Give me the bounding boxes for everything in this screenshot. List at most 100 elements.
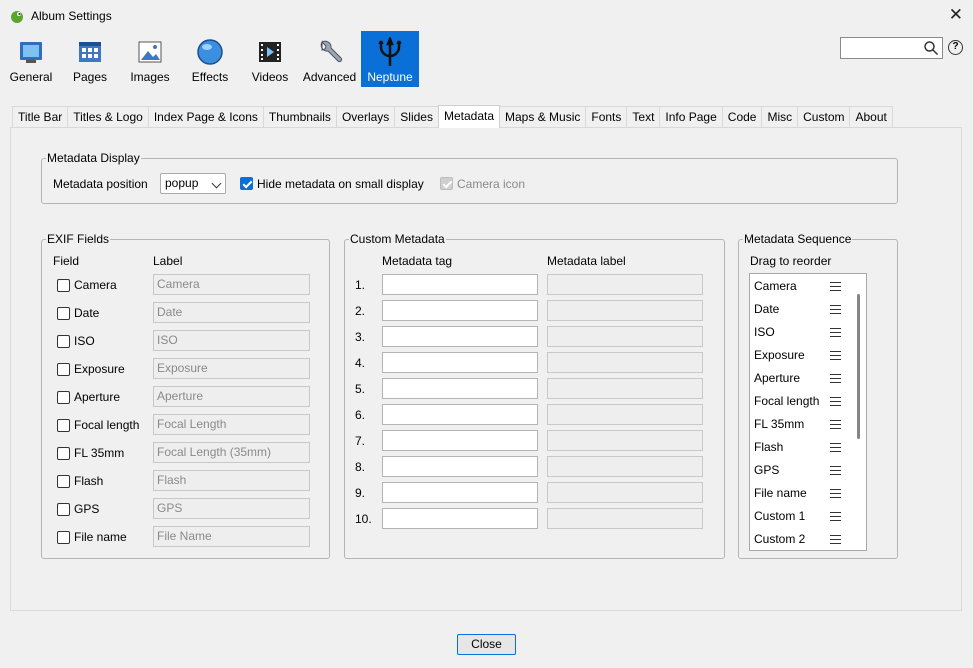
- settings-tab-bar: Title Bar Titles & Logo Index Page & Ico…: [12, 105, 893, 128]
- tab-maps-music[interactable]: Maps & Music: [499, 106, 587, 127]
- metadata-tag-input[interactable]: [382, 508, 538, 529]
- metadata-sequence-list[interactable]: Camera Date ISO Exposure Aperture Focal lengt…: [749, 273, 867, 551]
- metadata-tag-input[interactable]: [382, 274, 538, 295]
- sequence-item[interactable]: Custom 1: [754, 509, 805, 523]
- tab-code[interactable]: Code: [721, 106, 763, 127]
- tab-misc[interactable]: Misc: [761, 106, 799, 127]
- toolbar-pages-button[interactable]: Pages: [66, 31, 114, 87]
- metadata-label-input: [547, 456, 703, 477]
- metadata-tag-input[interactable]: [382, 482, 538, 503]
- close-window-icon[interactable]: ✕: [949, 6, 963, 23]
- camera-icon-checkbox: [440, 177, 453, 190]
- exif-field-checkbox[interactable]: [57, 503, 70, 516]
- tab-slides[interactable]: Slides: [394, 106, 439, 127]
- tab-thumbnails[interactable]: Thumbnails: [262, 106, 337, 127]
- exif-label-input: Date: [153, 302, 310, 323]
- exif-field-checkbox[interactable]: [57, 363, 70, 376]
- sequence-scrollbar[interactable]: [857, 294, 860, 439]
- drag-handle-icon[interactable]: [830, 305, 841, 314]
- metadata-position-select[interactable]: popup: [160, 173, 226, 194]
- toolbar-advanced-button[interactable]: Advanced: [301, 31, 358, 87]
- drag-handle-icon[interactable]: [830, 535, 841, 544]
- exif-field-name: Date: [74, 306, 100, 320]
- exif-field-name: Flash: [74, 474, 104, 488]
- pages-icon: [76, 38, 104, 66]
- metadata-display-legend: Metadata Display: [47, 151, 140, 165]
- metadata-tag-input[interactable]: [382, 300, 538, 321]
- metadata-tag-column-header: Metadata tag: [382, 254, 453, 268]
- exif-field-checkbox[interactable]: [57, 279, 70, 292]
- tab-fonts[interactable]: Fonts: [585, 106, 628, 127]
- custom-row-number: 8.: [355, 460, 366, 474]
- exif-field-column-header: Field: [53, 254, 80, 268]
- exif-label-input: Exposure: [153, 358, 310, 379]
- drag-handle-icon[interactable]: [830, 282, 841, 291]
- exif-fields-legend: EXIF Fields: [47, 232, 110, 246]
- metadata-label-input: [547, 404, 703, 425]
- metadata-label-input: [547, 274, 703, 295]
- tab-index-page-icons[interactable]: Index Page & Icons: [147, 106, 264, 127]
- sequence-item[interactable]: Aperture: [754, 371, 800, 385]
- sequence-item[interactable]: GPS: [754, 463, 779, 477]
- sequence-item[interactable]: Custom 2: [754, 532, 805, 546]
- drag-handle-icon[interactable]: [830, 374, 841, 383]
- sequence-item[interactable]: Focal length: [754, 394, 819, 408]
- search-input[interactable]: [840, 37, 943, 59]
- exif-field-checkbox[interactable]: [57, 475, 70, 488]
- sequence-item[interactable]: FL 35mm: [754, 417, 804, 431]
- metadata-tag-input[interactable]: [382, 326, 538, 347]
- exif-field-checkbox[interactable]: [57, 335, 70, 348]
- drag-handle-icon[interactable]: [830, 443, 841, 452]
- metadata-tag-input[interactable]: [382, 430, 538, 451]
- drag-handle-icon[interactable]: [830, 351, 841, 360]
- tab-titles-logo[interactable]: Titles & Logo: [67, 106, 149, 127]
- tab-info-page[interactable]: Info Page: [659, 106, 723, 127]
- exif-field-name: Aperture: [74, 390, 121, 404]
- metadata-tag-input[interactable]: [382, 378, 538, 399]
- camera-icon-label: Camera icon: [457, 177, 526, 191]
- exif-field-checkbox[interactable]: [57, 531, 70, 544]
- metadata-tag-input[interactable]: [382, 404, 538, 425]
- drag-handle-icon[interactable]: [830, 397, 841, 406]
- metadata-label-column-header: Metadata label: [547, 254, 626, 268]
- sequence-item[interactable]: Exposure: [754, 348, 805, 362]
- drag-handle-icon[interactable]: [830, 466, 841, 475]
- sequence-item[interactable]: Date: [754, 302, 779, 316]
- app-logo-icon: [11, 10, 23, 23]
- tab-metadata[interactable]: Metadata: [437, 105, 501, 128]
- sequence-item[interactable]: File name: [754, 486, 807, 500]
- exif-field-checkbox[interactable]: [57, 447, 70, 460]
- toolbar-effects-button[interactable]: Effects: [186, 31, 234, 87]
- exif-field-checkbox[interactable]: [57, 419, 70, 432]
- tab-title-bar[interactable]: Title Bar: [12, 106, 69, 127]
- drag-handle-icon[interactable]: [830, 512, 841, 521]
- exif-field-name: Focal length: [74, 418, 140, 432]
- toolbar-general-button[interactable]: General: [6, 31, 56, 87]
- metadata-panel: Metadata Display Metadata position popup…: [10, 127, 962, 611]
- close-button[interactable]: Close: [457, 634, 516, 655]
- custom-row-number: 9.: [355, 486, 366, 500]
- sequence-item[interactable]: ISO: [754, 325, 775, 339]
- help-icon[interactable]: ?: [948, 40, 963, 55]
- drag-handle-icon[interactable]: [830, 489, 841, 498]
- metadata-label-input: [547, 430, 703, 451]
- exif-field-checkbox[interactable]: [57, 307, 70, 320]
- tab-text[interactable]: Text: [626, 106, 661, 127]
- toolbar-images-button[interactable]: Images: [126, 31, 174, 87]
- metadata-label-input: [547, 482, 703, 503]
- drag-handle-icon[interactable]: [830, 328, 841, 337]
- sequence-item[interactable]: Flash: [754, 440, 783, 454]
- hide-metadata-checkbox[interactable]: [240, 177, 253, 190]
- tab-custom[interactable]: Custom: [797, 106, 851, 127]
- sequence-item[interactable]: Camera: [754, 279, 797, 293]
- toolbar-neptune-button[interactable]: Neptune: [361, 31, 419, 87]
- general-icon: [17, 38, 45, 66]
- exif-label-input: ISO: [153, 330, 310, 351]
- tab-about[interactable]: About: [849, 106, 893, 127]
- metadata-tag-input[interactable]: [382, 456, 538, 477]
- drag-handle-icon[interactable]: [830, 420, 841, 429]
- toolbar-videos-button[interactable]: Videos: [246, 31, 294, 87]
- metadata-tag-input[interactable]: [382, 352, 538, 373]
- tab-overlays[interactable]: Overlays: [335, 106, 396, 127]
- exif-field-checkbox[interactable]: [57, 391, 70, 404]
